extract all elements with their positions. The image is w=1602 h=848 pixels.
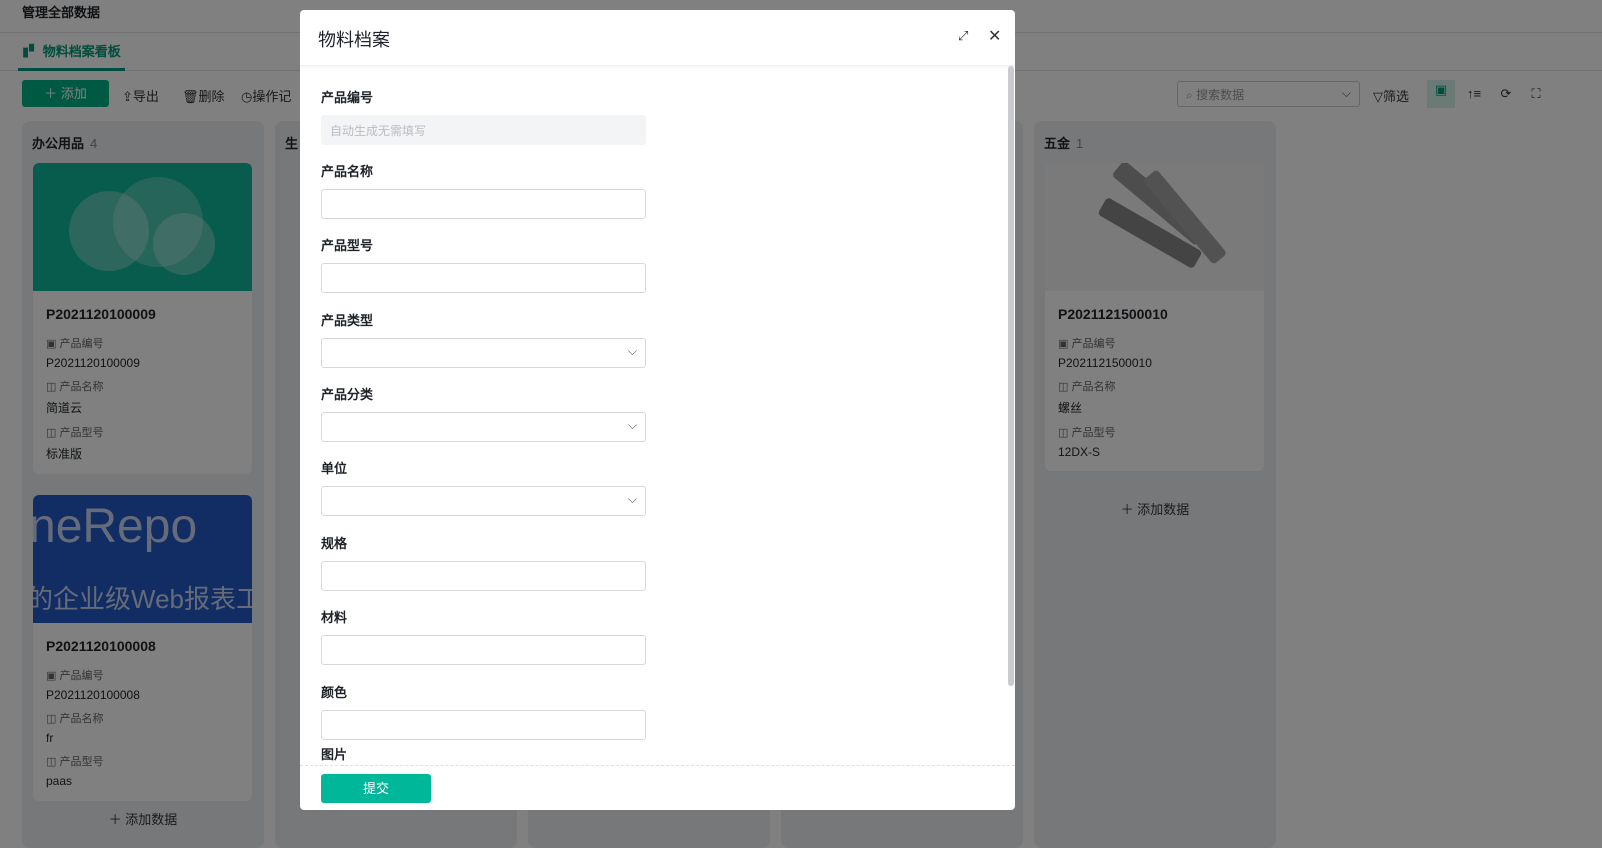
field-spec: 规格 xyxy=(321,533,646,591)
plus-icon: ＋ xyxy=(44,86,58,101)
field-label: ▣ 产品编号 xyxy=(1058,338,1116,350)
chevron-down-icon: ⌵ xyxy=(627,344,637,358)
trash-icon: 🗑 xyxy=(182,89,199,104)
field-unit: 单位 ⌵ xyxy=(321,458,646,516)
scrollbar[interactable] xyxy=(1008,66,1014,686)
product-name-input[interactable] xyxy=(321,189,646,219)
unit-select[interactable]: ⌵ xyxy=(321,486,646,516)
chevron-down-icon: ⌵ xyxy=(1341,86,1351,100)
field-image: 图片 xyxy=(321,747,348,762)
field-value: P2021120100008 xyxy=(46,688,140,702)
field-label: ◫ 产品型号 xyxy=(46,756,104,768)
column-header: 五金 1 xyxy=(1044,136,1084,151)
add-button[interactable]: ＋ 添加 xyxy=(22,80,109,107)
export-button[interactable]: ⇪导出 xyxy=(122,86,159,105)
column-header: 生 xyxy=(285,136,299,151)
field-label: ◫ 产品名称 xyxy=(1058,381,1116,393)
filter-button[interactable]: ▽筛选 xyxy=(1373,86,1409,105)
close-icon[interactable]: ✕ xyxy=(988,26,1001,46)
modal-title: 物料档案 xyxy=(300,10,1015,66)
card-image: neRepo 的企业级Web报表工 xyxy=(33,495,252,623)
field-label: ◫ 产品型号 xyxy=(46,427,104,439)
modal-body: 产品编号 自动生成无需填写 产品名称 产品型号 产品类型 ⌵ 产品分类 ⌵ 单位 ⌵ 规… xyxy=(300,66,1015,765)
add-data-button[interactable]: ＋ 添加数据 xyxy=(1034,499,1276,518)
fullscreen-icon[interactable]: ⛶ xyxy=(1522,84,1550,112)
search-input[interactable]: ⌕ 搜索数据 ⌵ xyxy=(1177,81,1360,107)
card-title: P2021121500010 xyxy=(1058,306,1168,322)
field-value: fr xyxy=(46,731,54,745)
refresh-icon[interactable]: ⟳ xyxy=(1492,84,1520,112)
card-title: P2021120100008 xyxy=(46,638,156,654)
field-value: 12DX-S xyxy=(1058,445,1101,459)
kanban-card[interactable]: P2021120100009 ▣ 产品编号 P2021120100009 ◫ 产… xyxy=(33,163,252,474)
screw-image xyxy=(1045,163,1264,291)
field-product-name: 产品名称 xyxy=(321,161,646,219)
field-color: 颜色 xyxy=(321,682,646,740)
column-header: 办公用品 4 xyxy=(32,136,98,151)
card-image xyxy=(33,163,252,291)
card-view-icon[interactable]: ▣ xyxy=(1427,80,1455,108)
kanban-icon: ▮▘ xyxy=(22,44,40,59)
field-value: P2021120100009 xyxy=(46,356,140,370)
field-label: ◫ 产品名称 xyxy=(46,713,104,725)
product-code-input: 自动生成无需填写 xyxy=(321,115,646,145)
modal-footer: 提交 xyxy=(300,765,1015,810)
field-product-model: 产品型号 xyxy=(321,235,646,293)
color-input[interactable] xyxy=(321,710,646,740)
filter-icon: ▽ xyxy=(1373,89,1383,104)
sort-icon[interactable]: ↑≡ xyxy=(1460,84,1488,112)
page-title: 管理全部数据 xyxy=(22,5,101,20)
form-modal: 物料档案 ⤢ ✕ 产品编号 自动生成无需填写 产品名称 产品型号 产品类型 ⌵ 产品… xyxy=(300,10,1015,810)
field-value: P2021121500010 xyxy=(1058,356,1152,370)
field-value: 标准版 xyxy=(46,447,83,461)
product-model-input[interactable] xyxy=(321,263,646,293)
clock-icon: ◷ xyxy=(241,89,253,104)
field-label: ◫ 产品型号 xyxy=(1058,427,1116,439)
delete-button[interactable]: 🗑删除 xyxy=(182,86,225,105)
kanban-card[interactable]: P2021121500010 ▣ 产品编号 P2021121500010 ◫ 产… xyxy=(1045,163,1264,471)
expand-icon[interactable]: ⤢ xyxy=(958,28,968,44)
field-value: 简道云 xyxy=(46,401,83,415)
material-input[interactable] xyxy=(321,635,646,665)
field-product-type: 产品类型 ⌵ xyxy=(321,310,646,368)
product-category-select[interactable]: ⌵ xyxy=(321,412,646,442)
field-value: 螺丝 xyxy=(1058,401,1083,415)
field-material: 材料 xyxy=(321,607,646,665)
kanban-column: 五金 1 P2021121500010 ▣ 产品编号 P2021121500010… xyxy=(1034,121,1276,848)
chevron-down-icon: ⌵ xyxy=(627,418,637,432)
field-value: paas xyxy=(46,774,73,788)
spec-input[interactable] xyxy=(321,561,646,591)
kanban-column: 办公用品 4 P2021120100009 ▣ 产品编号 P20211201000… xyxy=(22,121,264,848)
submit-button[interactable]: 提交 xyxy=(321,774,431,803)
add-data-button[interactable]: ＋ 添加数据 xyxy=(22,803,264,848)
field-product-category: 产品分类 ⌵ xyxy=(321,384,646,442)
search-icon: ⌕ xyxy=(1186,88,1193,102)
field-product-code: 产品编号 自动生成无需填写 xyxy=(321,87,646,145)
log-button[interactable]: ◷操作记 xyxy=(241,86,291,105)
chevron-down-icon: ⌵ xyxy=(627,492,637,506)
upload-icon: ⇪ xyxy=(122,89,133,104)
field-label: ◫ 产品名称 xyxy=(46,381,104,393)
field-label: ▣ 产品编号 xyxy=(46,338,104,350)
tab-kanban[interactable]: ▮▘ 物料档案看板 xyxy=(18,33,125,71)
field-label: ▣ 产品编号 xyxy=(46,670,104,682)
kanban-card[interactable]: neRepo 的企业级Web报表工 P2021120100008 ▣ 产品编号 … xyxy=(33,495,252,801)
product-type-select[interactable]: ⌵ xyxy=(321,338,646,368)
card-title: P2021120100009 xyxy=(46,306,156,322)
